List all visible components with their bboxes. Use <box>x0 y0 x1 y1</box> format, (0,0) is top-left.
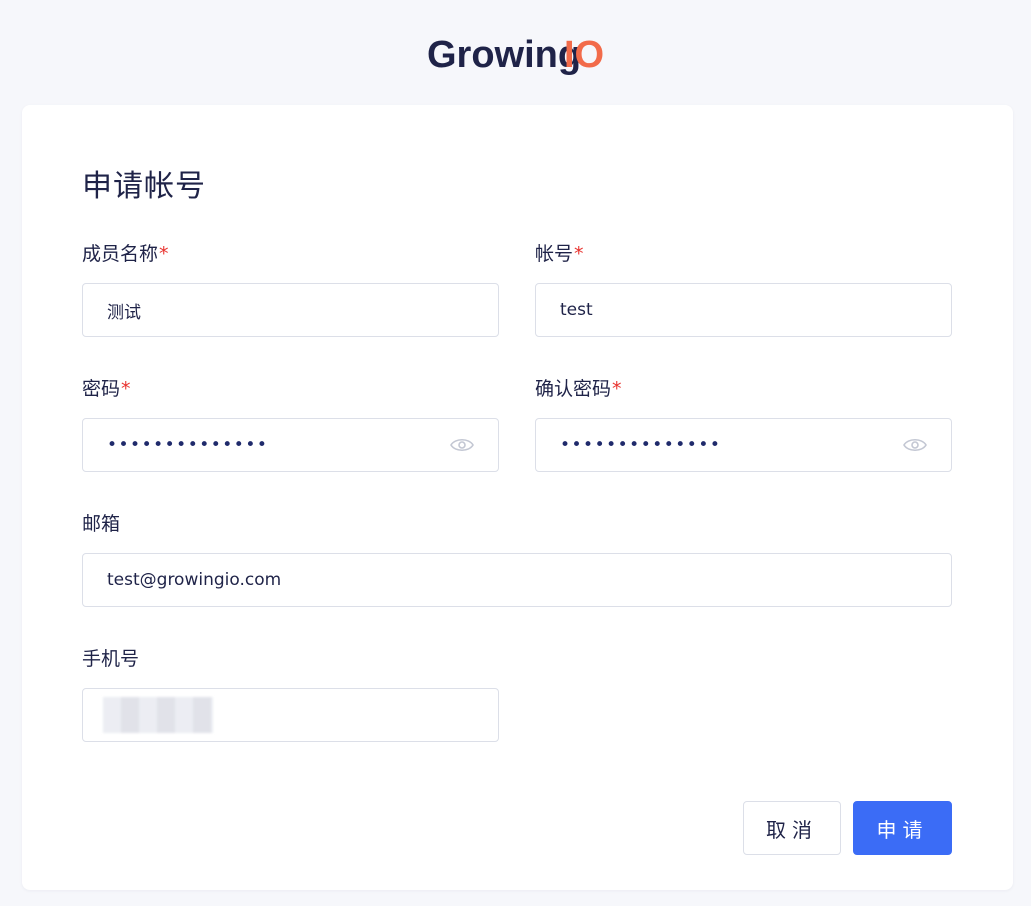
required-mark: * <box>121 378 131 400</box>
password-input[interactable]: •••••••••••••• <box>82 418 499 472</box>
confirm-password-label: 确认密码 <box>535 378 612 400</box>
account-field: 帐号* test <box>535 240 952 337</box>
account-input[interactable]: test <box>535 283 952 337</box>
member-name-label: 成员名称 <box>82 243 159 265</box>
required-mark: * <box>159 243 169 265</box>
email-value: test@growingio.com <box>107 570 282 590</box>
required-mark: * <box>574 243 584 265</box>
page-title: 申请帐号 <box>82 169 206 204</box>
eye-icon[interactable] <box>450 437 474 453</box>
logo-icon: Growing IO <box>427 34 604 76</box>
cancel-button[interactable]: 取消 <box>743 801 841 855</box>
confirm-password-input[interactable]: •••••••••••••• <box>535 418 952 472</box>
password-field: 密码* •••••••••••••• <box>82 375 499 472</box>
member-name-value: 测试 <box>107 302 141 323</box>
account-label: 帐号 <box>535 243 574 265</box>
account-value: test <box>560 300 593 320</box>
password-value: •••••••••••••• <box>107 435 269 455</box>
phone-label: 手机号 <box>82 648 140 670</box>
email-label: 邮箱 <box>82 513 121 535</box>
growingio-logo: Growing IO <box>0 30 1031 80</box>
redacted-phone-number <box>103 697 213 733</box>
confirm-password-value: •••••••••••••• <box>560 435 722 455</box>
submit-button[interactable]: 申请 <box>853 801 952 855</box>
eye-icon[interactable] <box>903 437 927 453</box>
member-name-input[interactable]: 测试 <box>82 283 499 337</box>
confirm-password-field: 确认密码* •••••••••••••• <box>535 375 952 472</box>
logo-text-io: IO <box>564 34 604 76</box>
password-label: 密码 <box>82 378 121 400</box>
signup-card: 申请帐号 成员名称* 测试 帐号* test 密码* •••••••••••••… <box>22 105 1013 890</box>
member-name-field: 成员名称* 测试 <box>82 240 499 337</box>
required-mark: * <box>612 378 622 400</box>
phone-field: 手机号 <box>82 645 499 742</box>
email-input[interactable]: test@growingio.com <box>82 553 952 607</box>
logo-text-growing: Growing <box>427 34 581 76</box>
email-field: 邮箱 test@growingio.com <box>82 510 952 607</box>
phone-input[interactable] <box>82 688 499 742</box>
